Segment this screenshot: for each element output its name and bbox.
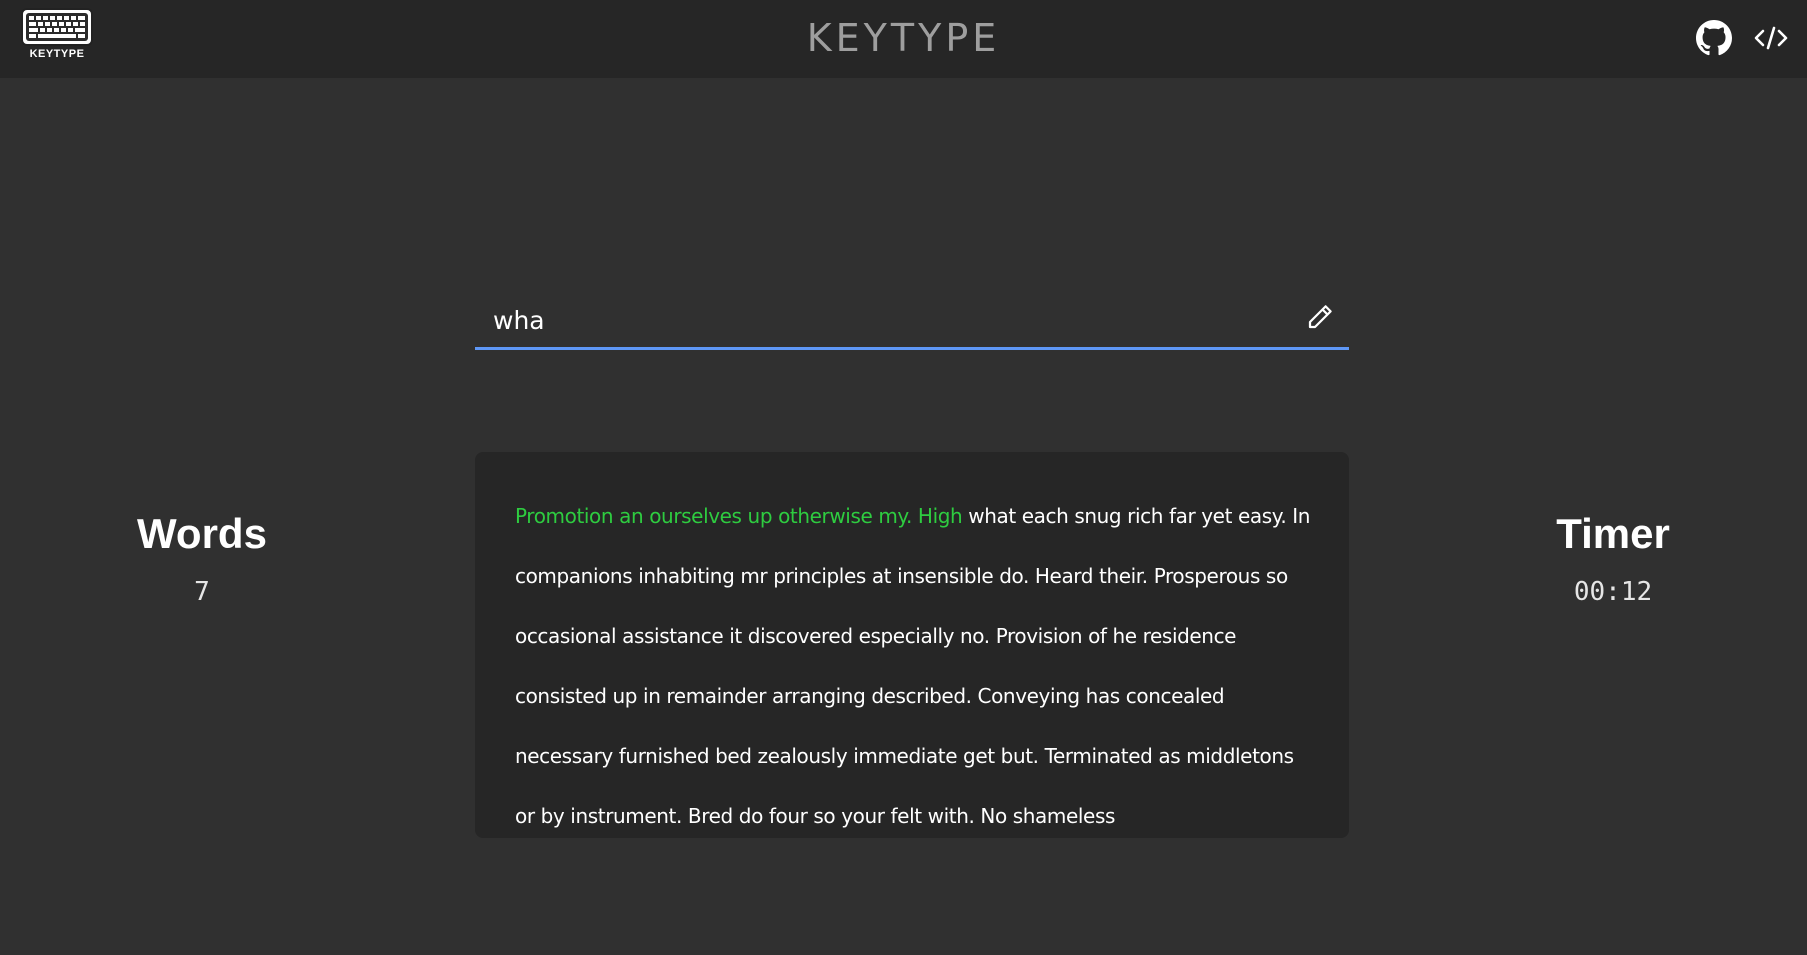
- words-stat: Words 7: [92, 505, 312, 607]
- edit-text-button[interactable]: [1305, 302, 1335, 332]
- typed-text: Promotion an ourselves up otherwise my. …: [515, 504, 963, 528]
- app-title: KEYTYPE: [806, 16, 1001, 60]
- typing-input-container: [475, 290, 1349, 350]
- typing-input[interactable]: [493, 300, 1273, 340]
- github-icon: [1696, 20, 1732, 56]
- code-icon: [1754, 26, 1788, 50]
- timer-stat: Timer 00:12: [1503, 505, 1723, 607]
- timer-value: 00:12: [1573, 577, 1653, 607]
- words-count: 7: [194, 577, 210, 607]
- remaining-text: what each snug rich far yet easy. In com…: [515, 504, 1311, 828]
- passage-box: Promotion an ourselves up otherwise my. …: [475, 452, 1349, 838]
- words-label: Words: [137, 510, 267, 557]
- timer-label: Timer: [1556, 510, 1670, 557]
- source-code-link[interactable]: [1754, 22, 1788, 54]
- passage-text: Promotion an ourselves up otherwise my. …: [515, 486, 1311, 838]
- github-link[interactable]: [1696, 20, 1732, 56]
- top-bar: KEYTYPE KEYTYPE: [0, 0, 1807, 78]
- pencil-icon: [1308, 305, 1332, 329]
